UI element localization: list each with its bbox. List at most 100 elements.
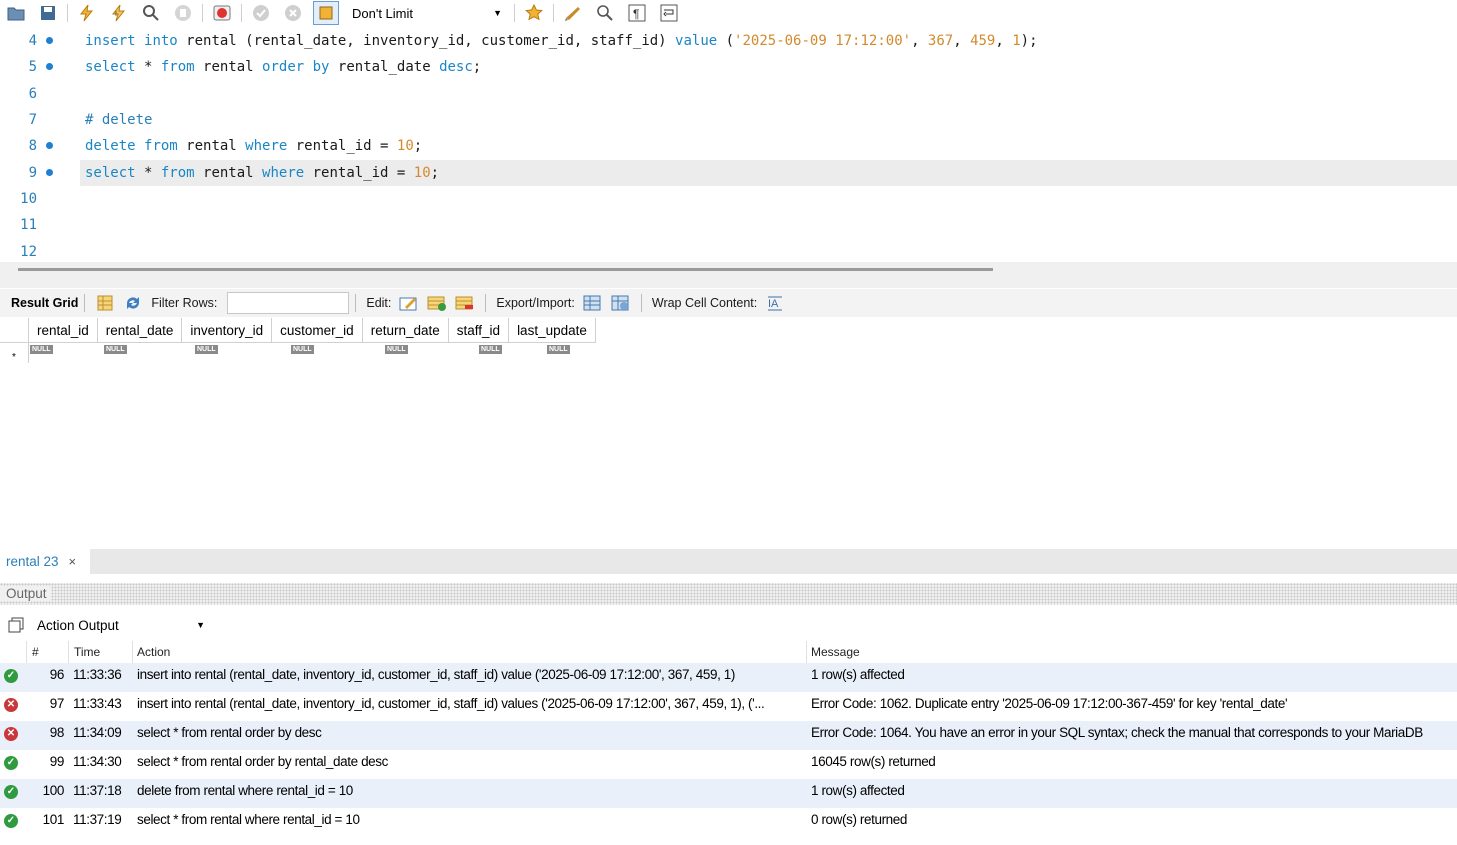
code-text: insert into rental (rental_date, invento…: [85, 33, 1038, 49]
output-selector-row: Action Output ▼: [0, 612, 210, 638]
output-message: 1 row(s) affected: [811, 783, 905, 798]
code-line[interactable]: 4 insert into rental (rental_date, inven…: [0, 28, 1457, 54]
result-grid-toolbar: Result Grid Filter Rows: Edit: Export/Im…: [0, 289, 1457, 317]
column-header[interactable]: return_date: [362, 318, 449, 343]
grid-header-row: rental_id rental_date inventory_id custo…: [0, 318, 596, 343]
column-header[interactable]: staff_id: [448, 318, 510, 343]
error-icon: ✕: [4, 698, 18, 712]
export-import-label: Export/Import:: [496, 296, 575, 310]
line-number: 4: [28, 33, 37, 49]
edit-label: Edit:: [366, 296, 392, 310]
success-icon: ✓: [4, 785, 18, 799]
explain-icon[interactable]: [139, 2, 163, 24]
execute-current-icon[interactable]: I: [107, 2, 131, 24]
output-num: 97: [49, 696, 65, 711]
column-header[interactable]: last_update: [509, 318, 596, 343]
stop-icon[interactable]: [171, 2, 195, 24]
toolbar-separator: [84, 294, 86, 312]
close-icon[interactable]: ×: [69, 554, 77, 569]
null-cell[interactable]: NULL: [291, 345, 314, 354]
save-icon[interactable]: [36, 2, 60, 24]
message-column-header[interactable]: Message: [807, 641, 1457, 663]
new-row[interactable]: * NULL NULL NULL NULL NULL NULL NULL: [0, 343, 596, 363]
autocommit-icon[interactable]: [313, 1, 339, 25]
beautify-icon[interactable]: [561, 2, 585, 24]
scrollbar-thumb[interactable]: [18, 268, 993, 271]
tab-rental-23[interactable]: rental 23 ×: [0, 549, 90, 574]
success-icon: ✓: [4, 756, 18, 770]
error-icon: ✕: [4, 727, 18, 741]
svg-text:IA: IA: [768, 298, 779, 310]
line-number: 8: [28, 138, 37, 154]
invisible-chars-icon[interactable]: ¶: [625, 2, 649, 24]
chevron-down-icon: ▼: [493, 8, 502, 18]
delete-row-icon[interactable]: [455, 294, 475, 312]
code-line[interactable]: 5 select * from rental order by rental_d…: [0, 54, 1457, 80]
output-action: insert into rental (rental_date, invento…: [137, 696, 765, 711]
bookmark-icon[interactable]: [522, 2, 546, 24]
code-line[interactable]: 11: [0, 212, 1457, 238]
output-action: select * from rental order by rental_dat…: [137, 754, 388, 769]
action-column-header[interactable]: Action: [133, 641, 807, 663]
grid-view-icon[interactable]: [95, 294, 115, 312]
editor-horizontal-scrollbar[interactable]: [0, 262, 1457, 288]
output-time: 11:34:09: [73, 725, 122, 740]
find-icon[interactable]: [593, 2, 617, 24]
null-cell[interactable]: NULL: [547, 345, 570, 354]
time-column-header[interactable]: Time: [69, 641, 133, 663]
code-line[interactable]: 10: [0, 186, 1457, 212]
null-cell[interactable]: NULL: [104, 345, 127, 354]
wrap-cell-icon[interactable]: IA: [765, 294, 785, 312]
toolbar-separator: [553, 4, 554, 22]
code-line[interactable]: 8 delete from rental where rental_id = 1…: [0, 133, 1457, 159]
result-tab-bar: rental 23 ×: [0, 549, 1457, 574]
toggle-error-icon[interactable]: [210, 2, 234, 24]
null-cell[interactable]: NULL: [195, 345, 218, 354]
success-icon: ✓: [4, 814, 18, 828]
column-header[interactable]: rental_date: [97, 318, 183, 343]
refresh-icon[interactable]: [123, 294, 143, 312]
wrap-icon[interactable]: [657, 2, 681, 24]
result-grid[interactable]: rental_id rental_date inventory_id custo…: [0, 318, 596, 363]
output-row[interactable]: ✕ 98 11:34:09 select * from rental order…: [0, 721, 1457, 750]
number-column-header[interactable]: #: [27, 641, 69, 663]
output-panel-header: Output: [0, 583, 1457, 605]
toolbar-separator: [485, 294, 487, 312]
output-row[interactable]: ✓ 96 11:33:36 insert into rental (rental…: [0, 663, 1457, 692]
commit-icon[interactable]: [249, 2, 273, 24]
column-header[interactable]: customer_id: [272, 318, 363, 343]
limit-rows-select[interactable]: Don't Limit ▼: [347, 2, 507, 24]
output-row[interactable]: ✓ 101 11:37:19 select * from rental wher…: [0, 808, 1457, 837]
null-cell[interactable]: NULL: [385, 345, 408, 354]
add-row-icon[interactable]: [427, 294, 447, 312]
result-grid-tab[interactable]: Result Grid: [11, 296, 78, 310]
import-icon[interactable]: [611, 294, 631, 312]
output-type-select[interactable]: Action Output ▼: [32, 614, 210, 636]
line-number: 6: [28, 86, 37, 102]
rollback-icon[interactable]: [281, 2, 305, 24]
code-comment: # delete: [85, 112, 153, 128]
statement-marker-icon: [46, 169, 53, 176]
export-icon[interactable]: [583, 294, 603, 312]
code-line[interactable]: 7 # delete: [0, 107, 1457, 133]
code-line[interactable]: 6: [0, 81, 1457, 107]
output-action: select * from rental order by desc: [137, 725, 322, 740]
null-cell[interactable]: NULL: [30, 345, 53, 354]
output-row[interactable]: ✓ 99 11:34:30 select * from rental order…: [0, 750, 1457, 779]
toolbar-separator: [202, 4, 203, 22]
column-header[interactable]: rental_id: [29, 318, 98, 343]
output-row[interactable]: ✕ 97 11:33:43 insert into rental (rental…: [0, 692, 1457, 721]
open-folder-icon[interactable]: [4, 2, 28, 24]
output-num: 100: [42, 783, 65, 798]
output-message: Error Code: 1062. Duplicate entry '2025-…: [811, 696, 1288, 711]
copy-icon[interactable]: [8, 617, 24, 633]
execute-icon[interactable]: [75, 2, 99, 24]
edit-row-icon[interactable]: [399, 294, 419, 312]
filter-rows-input[interactable]: [227, 292, 350, 314]
sql-editor[interactable]: 4 insert into rental (rental_date, inven…: [0, 28, 1457, 262]
code-text: delete from rental where rental_id = 10;: [85, 138, 423, 154]
column-header[interactable]: inventory_id: [182, 318, 273, 343]
code-line-current[interactable]: 9 select * from rental where rental_id =…: [29, 160, 1457, 186]
null-cell[interactable]: NULL: [479, 345, 502, 354]
output-row[interactable]: ✓ 100 11:37:18 delete from rental where …: [0, 779, 1457, 808]
